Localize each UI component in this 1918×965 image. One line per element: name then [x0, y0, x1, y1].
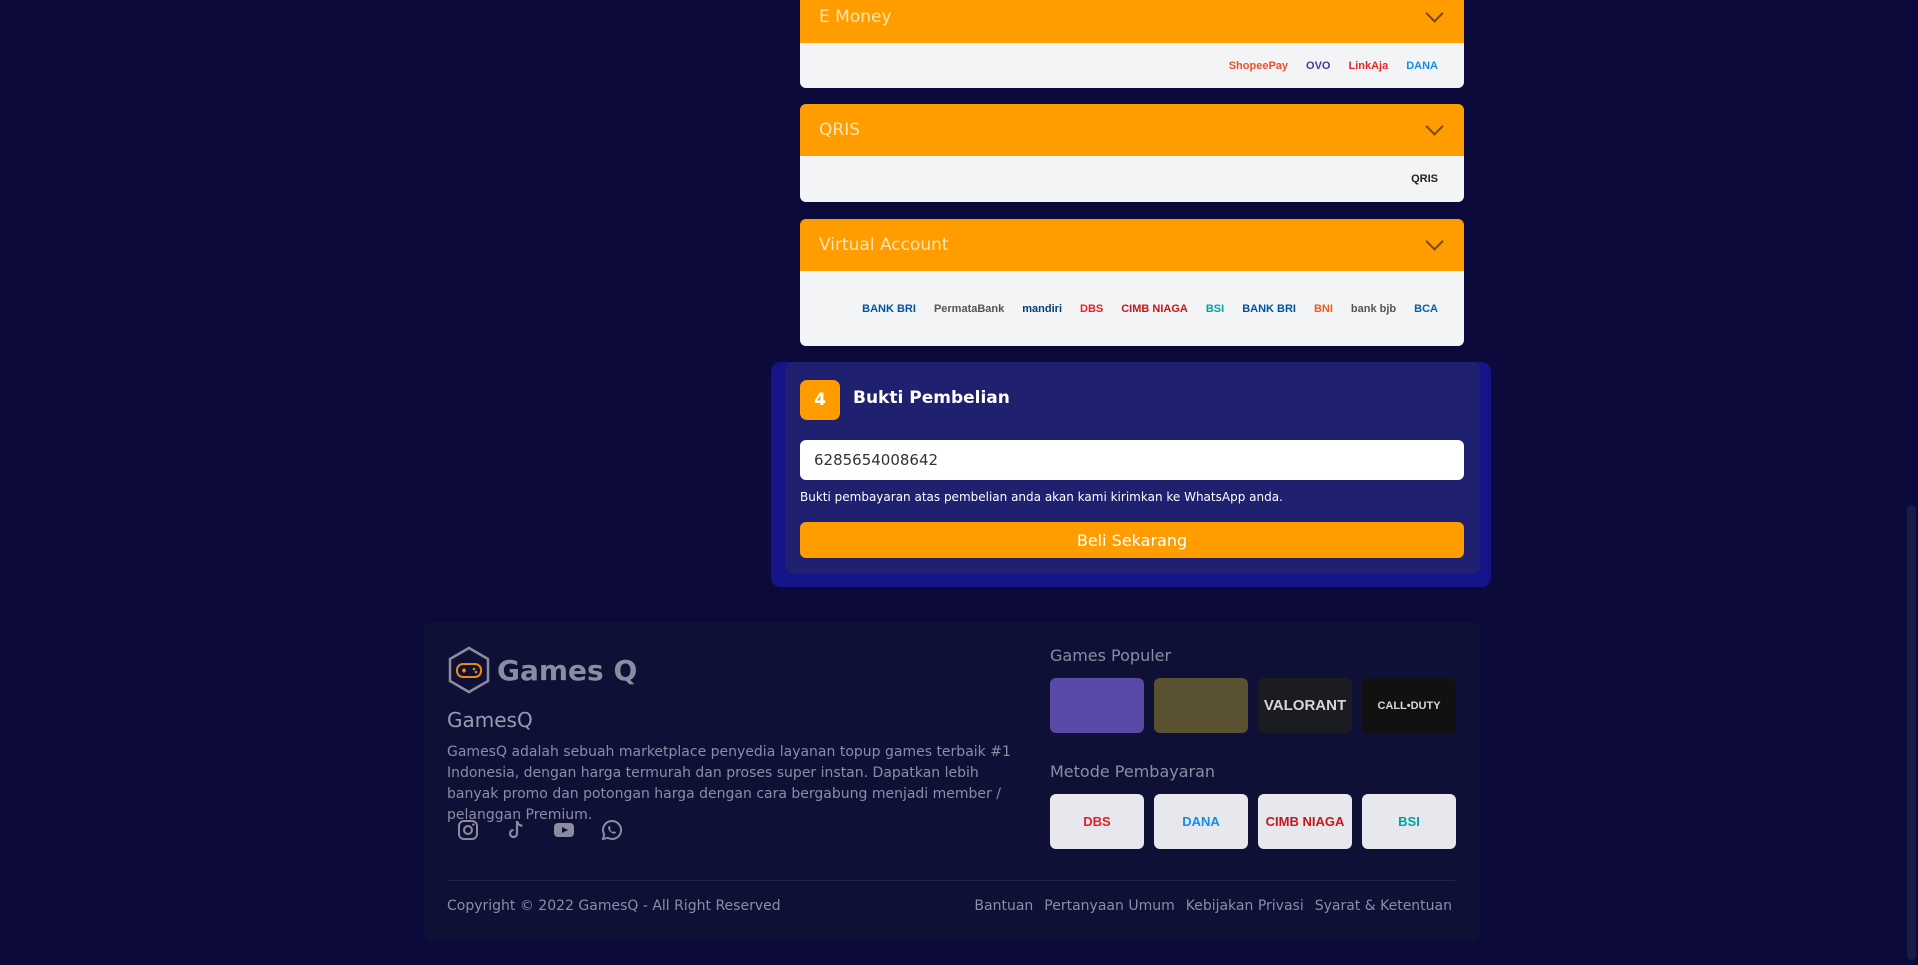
- payment-logo: QRIS: [1411, 173, 1438, 185]
- payment-logo: bank bjb: [1350, 302, 1397, 315]
- social-links: [456, 818, 624, 842]
- payment-methods-list: DBS DANA CIMB NIAGA BSI: [1050, 794, 1456, 849]
- gamepad-logo-icon: [448, 646, 490, 694]
- payment-group-label: Virtual Account: [819, 235, 949, 255]
- chevron-down-icon[interactable]: [1425, 3, 1444, 23]
- footer-divider: [447, 880, 1455, 881]
- popular-games-title: Games Populer: [1050, 646, 1172, 665]
- payment-logo: mandiri: [1022, 302, 1062, 315]
- payment-logo: BNI: [1313, 302, 1333, 315]
- instagram-icon[interactable]: [456, 818, 480, 842]
- payment-group-header[interactable]: QRIS: [800, 104, 1464, 156]
- section-title: Bukti Pembelian: [853, 388, 1010, 408]
- copyright-text: Copyright © 2022 GamesQ - All Right Rese…: [447, 898, 781, 914]
- popular-game-name: VALORANT: [1263, 697, 1347, 714]
- scrollbar-thumb[interactable]: [1907, 505, 1916, 960]
- payment-method-thumb: DANA: [1154, 794, 1248, 849]
- payment-methods-title: Metode Pembayaran: [1050, 762, 1216, 781]
- payment-group-qris[interactable]: QRIS QRIS: [800, 104, 1464, 202]
- payment-logo: ShopeePay: [1228, 59, 1289, 72]
- payment-group-label: QRIS: [819, 120, 860, 140]
- footer-link[interactable]: Kebijakan Privasi: [1186, 898, 1304, 914]
- payment-group-logos: BANK BRI PermataBank mandiri DBS CIMB NIAGA B…: [800, 271, 1464, 346]
- footer-brand[interactable]: Games Q: [447, 646, 637, 694]
- company-description: GamesQ adalah sebuah marketplace penyedi…: [447, 744, 1011, 823]
- payment-logo: BCA: [1414, 302, 1438, 315]
- popular-game-thumb[interactable]: VALORANT: [1258, 678, 1352, 733]
- youtube-icon[interactable]: [552, 818, 576, 842]
- payment-logo: DBS: [1080, 302, 1104, 315]
- payment-logo: CIMB NIAGA: [1121, 302, 1188, 315]
- payment-method-thumb: DBS: [1050, 794, 1144, 849]
- footer-link[interactable]: Syarat & Ketentuan: [1315, 898, 1452, 914]
- footer-link[interactable]: Pertanyaan Umum: [1044, 898, 1174, 914]
- popular-game-thumb[interactable]: CALL•DUTY: [1362, 678, 1456, 733]
- popular-game-name: CALL•DUTY: [1377, 699, 1441, 712]
- payment-group-header[interactable]: E Money: [800, 0, 1464, 43]
- payment-method-thumb: CIMB NIAGA: [1258, 794, 1352, 849]
- buy-now-button[interactable]: Beli Sekarang: [800, 522, 1464, 558]
- payment-logo: OVO: [1306, 59, 1331, 72]
- whatsapp-hint-text: Bukti pembayaran atas pembelian anda aka…: [800, 490, 1283, 504]
- payment-logo: LinkAja: [1348, 59, 1389, 72]
- whatsapp-number-input[interactable]: [800, 440, 1464, 480]
- footer-links: Bantuan Pertanyaan Umum Kebijakan Privasi S…: [974, 898, 1452, 914]
- payment-group-header[interactable]: Virtual Account: [800, 219, 1464, 271]
- payment-logo: BSI: [1205, 302, 1225, 315]
- payment-group-label: E Money: [819, 6, 892, 27]
- payment-logo: PermataBank: [933, 302, 1005, 315]
- footer-link[interactable]: Bantuan: [974, 898, 1033, 914]
- payment-group-virtual-account[interactable]: Virtual Account BANK BRI PermataBank mandi…: [800, 219, 1464, 346]
- payment-logo: BANK BRI: [862, 302, 916, 315]
- payment-group-logos: ShopeePay OVO LinkAja DANA: [800, 43, 1464, 88]
- chevron-down-icon[interactable]: [1425, 232, 1444, 251]
- whatsapp-icon[interactable]: [600, 818, 624, 842]
- payment-logo: BANK BRI: [1242, 302, 1296, 315]
- payment-group-emoney[interactable]: E Money ShopeePay OVO LinkAja DANA: [800, 0, 1464, 88]
- popular-games-list: VALORANT CALL•DUTY: [1050, 678, 1456, 733]
- tiktok-icon[interactable]: [504, 818, 528, 842]
- page-scrollbar[interactable]: [1905, 0, 1918, 965]
- popular-game-thumb[interactable]: [1154, 678, 1248, 733]
- popular-game-thumb[interactable]: [1050, 678, 1144, 733]
- brand-name: Games Q: [497, 653, 638, 687]
- step-number-badge: 4: [800, 380, 840, 420]
- payment-logo: DANA: [1406, 59, 1438, 72]
- chevron-down-icon[interactable]: [1425, 117, 1444, 136]
- payment-method-thumb: BSI: [1362, 794, 1456, 849]
- payment-group-logos: QRIS: [800, 156, 1464, 202]
- company-name: GamesQ: [447, 708, 533, 732]
